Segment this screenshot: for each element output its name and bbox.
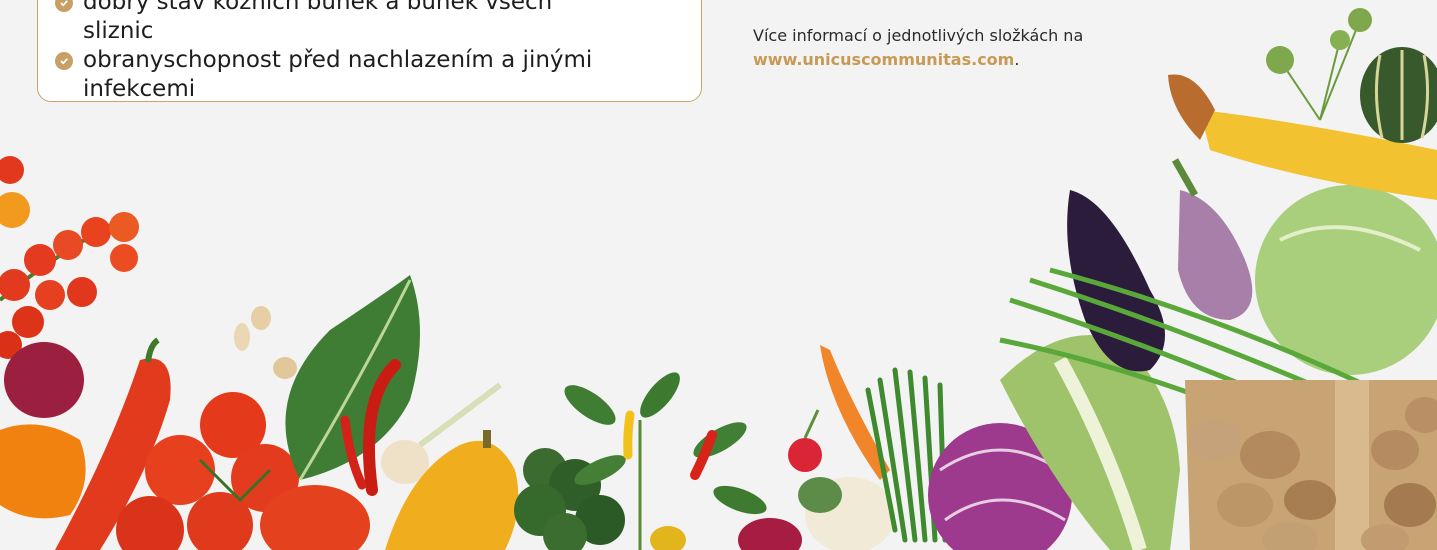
- red-onion: [4, 342, 84, 418]
- orange-pepper: [0, 424, 86, 519]
- cherry-tomatoes: [0, 156, 139, 359]
- page: { "benefits": { "items": [ "dobrý stav k…: [0, 0, 1437, 550]
- mushroom-basket: [1185, 380, 1437, 550]
- dill: [1266, 8, 1372, 121]
- vegetables-photo: [0, 8, 1437, 550]
